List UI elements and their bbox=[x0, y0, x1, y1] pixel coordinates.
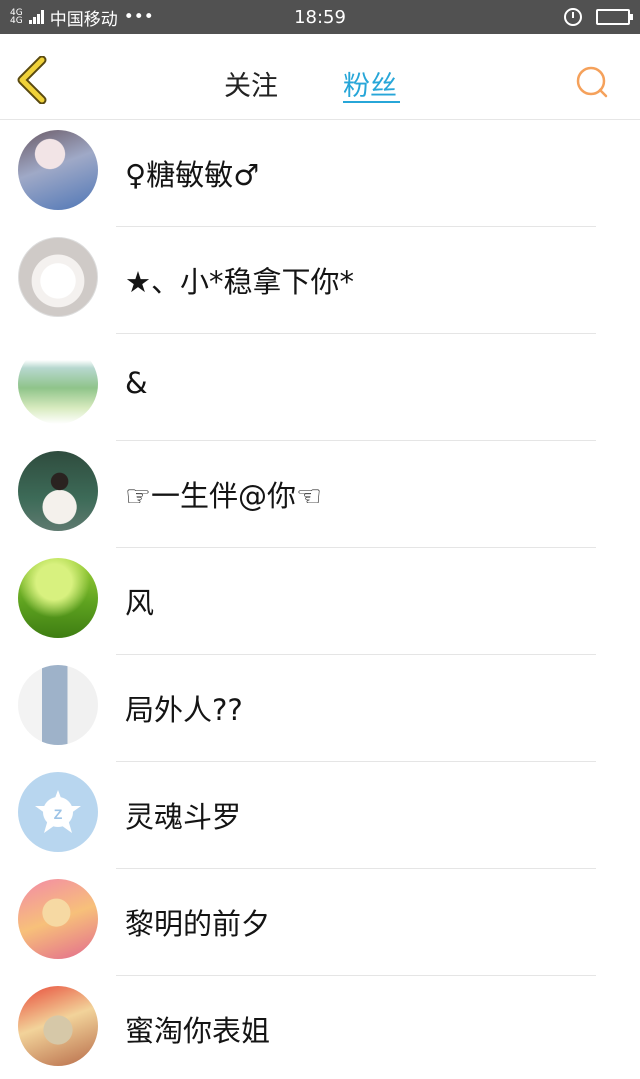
fan-name: 蜜淘你表姐 bbox=[125, 1014, 271, 1048]
list-item[interactable]: ☞一生伴@你☜ bbox=[0, 441, 640, 548]
list-item[interactable]: 风 bbox=[0, 548, 640, 655]
list-item[interactable]: ♀糖敏敏♂ bbox=[0, 120, 640, 227]
status-bar: 4G 4G 中国移动 ••• 18:59 bbox=[0, 0, 640, 34]
avatar[interactable] bbox=[18, 665, 98, 745]
avatar[interactable] bbox=[18, 451, 98, 531]
fan-name: ★、小*稳拿下你* bbox=[125, 265, 354, 299]
search-icon bbox=[576, 66, 608, 98]
network-type-bottom: 4G bbox=[10, 16, 23, 26]
list-item[interactable]: Z 灵魂斗罗 bbox=[0, 762, 640, 869]
status-left: 4G 4G 中国移动 ••• bbox=[10, 5, 564, 30]
fan-name: ♀糖敏敏♂ bbox=[125, 158, 260, 192]
list-item[interactable]: 黎明的前夕 bbox=[0, 869, 640, 976]
back-button[interactable] bbox=[14, 55, 54, 105]
signal-icon bbox=[28, 10, 44, 24]
active-tab-underline bbox=[343, 101, 400, 103]
fan-name: 局外人?? bbox=[125, 693, 243, 727]
svg-text:Z: Z bbox=[54, 806, 63, 822]
avatar[interactable]: Z bbox=[18, 772, 98, 852]
fan-name: 黎明的前夕 bbox=[125, 907, 271, 941]
chevron-left-icon bbox=[17, 55, 47, 105]
fan-name: 风 bbox=[125, 586, 155, 620]
fan-name: ☞一生伴@你☜ bbox=[125, 479, 322, 513]
list-item[interactable]: 局外人?? bbox=[0, 655, 640, 762]
fans-list: ♀糖敏敏♂ ★、小*稳拿下你* & ☞一生伴@你☜ 风 局外人?? Z 灵魂斗罗 bbox=[0, 120, 640, 1079]
avatar[interactable] bbox=[18, 558, 98, 638]
tab-fans[interactable]: 粉丝 bbox=[343, 64, 397, 103]
network-type-indicator: 4G 4G bbox=[10, 9, 23, 26]
list-item[interactable]: 蜜淘你表姐 bbox=[0, 976, 640, 1079]
tab-follow[interactable]: 关注 bbox=[224, 64, 278, 103]
star-logo-icon: Z bbox=[35, 790, 81, 833]
battery-icon bbox=[596, 9, 633, 25]
search-button[interactable] bbox=[574, 64, 610, 100]
fan-name: & bbox=[125, 366, 148, 400]
fan-name: 灵魂斗罗 bbox=[125, 800, 242, 834]
status-right bbox=[564, 8, 633, 26]
alarm-icon bbox=[564, 8, 582, 26]
top-nav-header: 关注 粉丝 bbox=[0, 34, 640, 120]
carrier-name: 中国移动 bbox=[49, 9, 118, 30]
avatar[interactable] bbox=[18, 130, 98, 210]
avatar[interactable] bbox=[18, 344, 98, 424]
avatar[interactable] bbox=[18, 879, 98, 959]
list-item[interactable]: ★、小*稳拿下你* bbox=[0, 227, 640, 334]
avatar[interactable] bbox=[18, 237, 98, 317]
list-item[interactable]: & bbox=[0, 334, 640, 441]
more-indicator: ••• bbox=[123, 7, 154, 27]
avatar[interactable] bbox=[18, 986, 98, 1066]
